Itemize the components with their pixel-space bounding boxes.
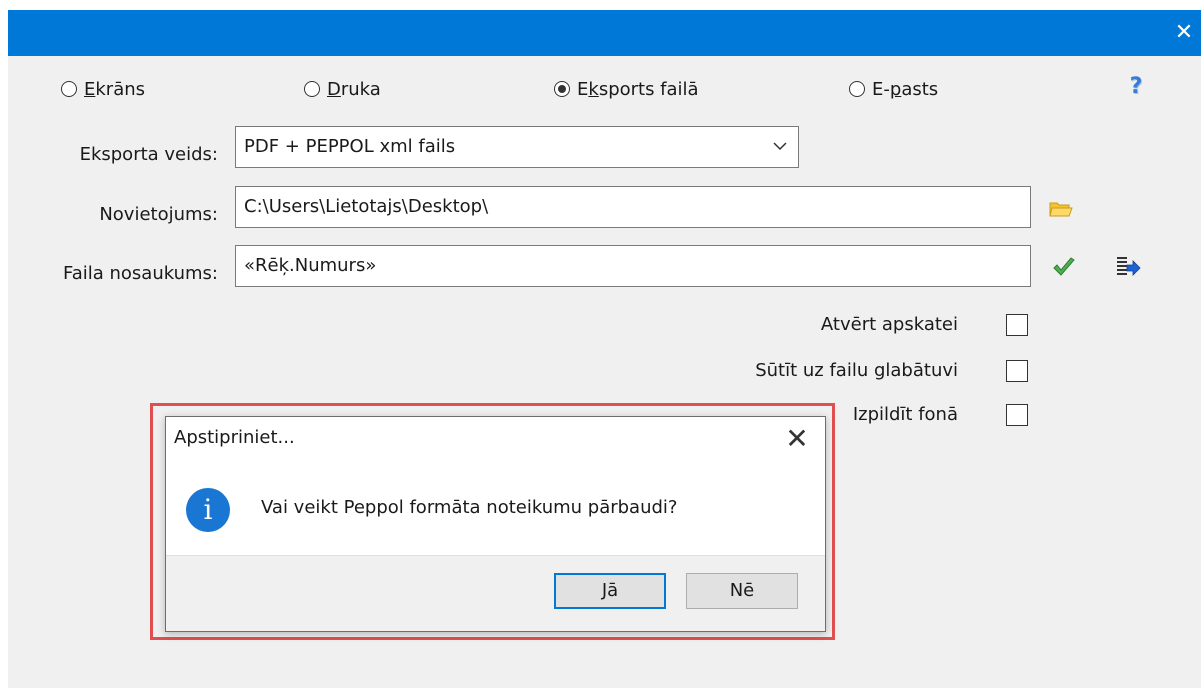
radio-circle-icon	[849, 81, 865, 97]
yes-button[interactable]: Jā	[554, 573, 666, 609]
checkbox-sutit[interactable]	[1006, 360, 1028, 382]
checkbox-row-sutit: Sūtīt uz failu glabātuvi	[608, 359, 1028, 383]
window-close-icon[interactable]: ✕	[1167, 18, 1201, 48]
checkbox-izpildit-label: Izpildīt fonā	[852, 404, 958, 425]
filename-label: Faila nosaukums:	[63, 263, 218, 284]
chevron-down-icon	[770, 127, 790, 167]
no-button[interactable]: Nē	[686, 573, 798, 609]
export-type-label: Eksporta veids:	[79, 144, 218, 165]
radio-eksports-label: Eksports failā	[577, 78, 699, 100]
radio-circle-icon	[304, 81, 320, 97]
radio-druka[interactable]: Druka	[304, 76, 381, 102]
radio-ekrans-label: Ekrāns	[84, 78, 146, 100]
checkbox-sutit-label: Sūtīt uz failu glabātuvi	[755, 360, 958, 381]
export-type-value: PDF + PEPPOL xml fails	[244, 136, 456, 157]
location-value: C:\Users\Lietotajs\Desktop\	[244, 196, 489, 217]
folder-open-icon[interactable]	[1048, 198, 1074, 224]
insert-field-icon[interactable]	[1115, 254, 1141, 280]
checkmark-icon[interactable]	[1052, 256, 1078, 282]
location-label: Novietojums:	[99, 204, 218, 225]
radio-ekrans[interactable]: Ekrāns	[61, 76, 145, 102]
confirm-dialog: Apstipriniet... ✕ i Vai veikt Peppol for…	[165, 416, 826, 632]
dialog-title: Apstipriniet...	[174, 427, 295, 448]
info-icon: i	[186, 488, 230, 532]
dialog-close-icon[interactable]: ✕	[779, 421, 815, 457]
radio-e-pasts[interactable]: E-pasts	[849, 76, 938, 102]
export-type-select[interactable]: PDF + PEPPOL xml fails	[235, 126, 799, 168]
checkbox-izpildit[interactable]	[1006, 404, 1028, 426]
radio-e-pasts-label: E-pasts	[872, 78, 939, 100]
checkbox-row-atvert: Atvērt apskatei	[608, 313, 1028, 337]
radio-druka-label: Druka	[327, 78, 381, 100]
checkbox-atvert[interactable]	[1006, 314, 1028, 336]
checkbox-atvert-label: Atvērt apskatei	[820, 314, 958, 335]
filename-value: «Rēķ.Numurs»	[244, 255, 377, 276]
radio-circle-icon	[61, 81, 77, 97]
radio-checked-icon	[554, 81, 570, 97]
help-question-icon[interactable]: ?	[1124, 74, 1148, 104]
location-input[interactable]: C:\Users\Lietotajs\Desktop\	[235, 186, 1031, 228]
filename-input[interactable]: «Rēķ.Numurs»	[235, 245, 1031, 287]
window-titlebar: ✕	[8, 10, 1201, 56]
radio-eksports-faila[interactable]: Eksports failā	[554, 76, 699, 102]
dialog-footer: Jā Nē	[166, 555, 825, 631]
dialog-message: Vai veikt Peppol formāta noteikumu pārba…	[261, 497, 678, 518]
